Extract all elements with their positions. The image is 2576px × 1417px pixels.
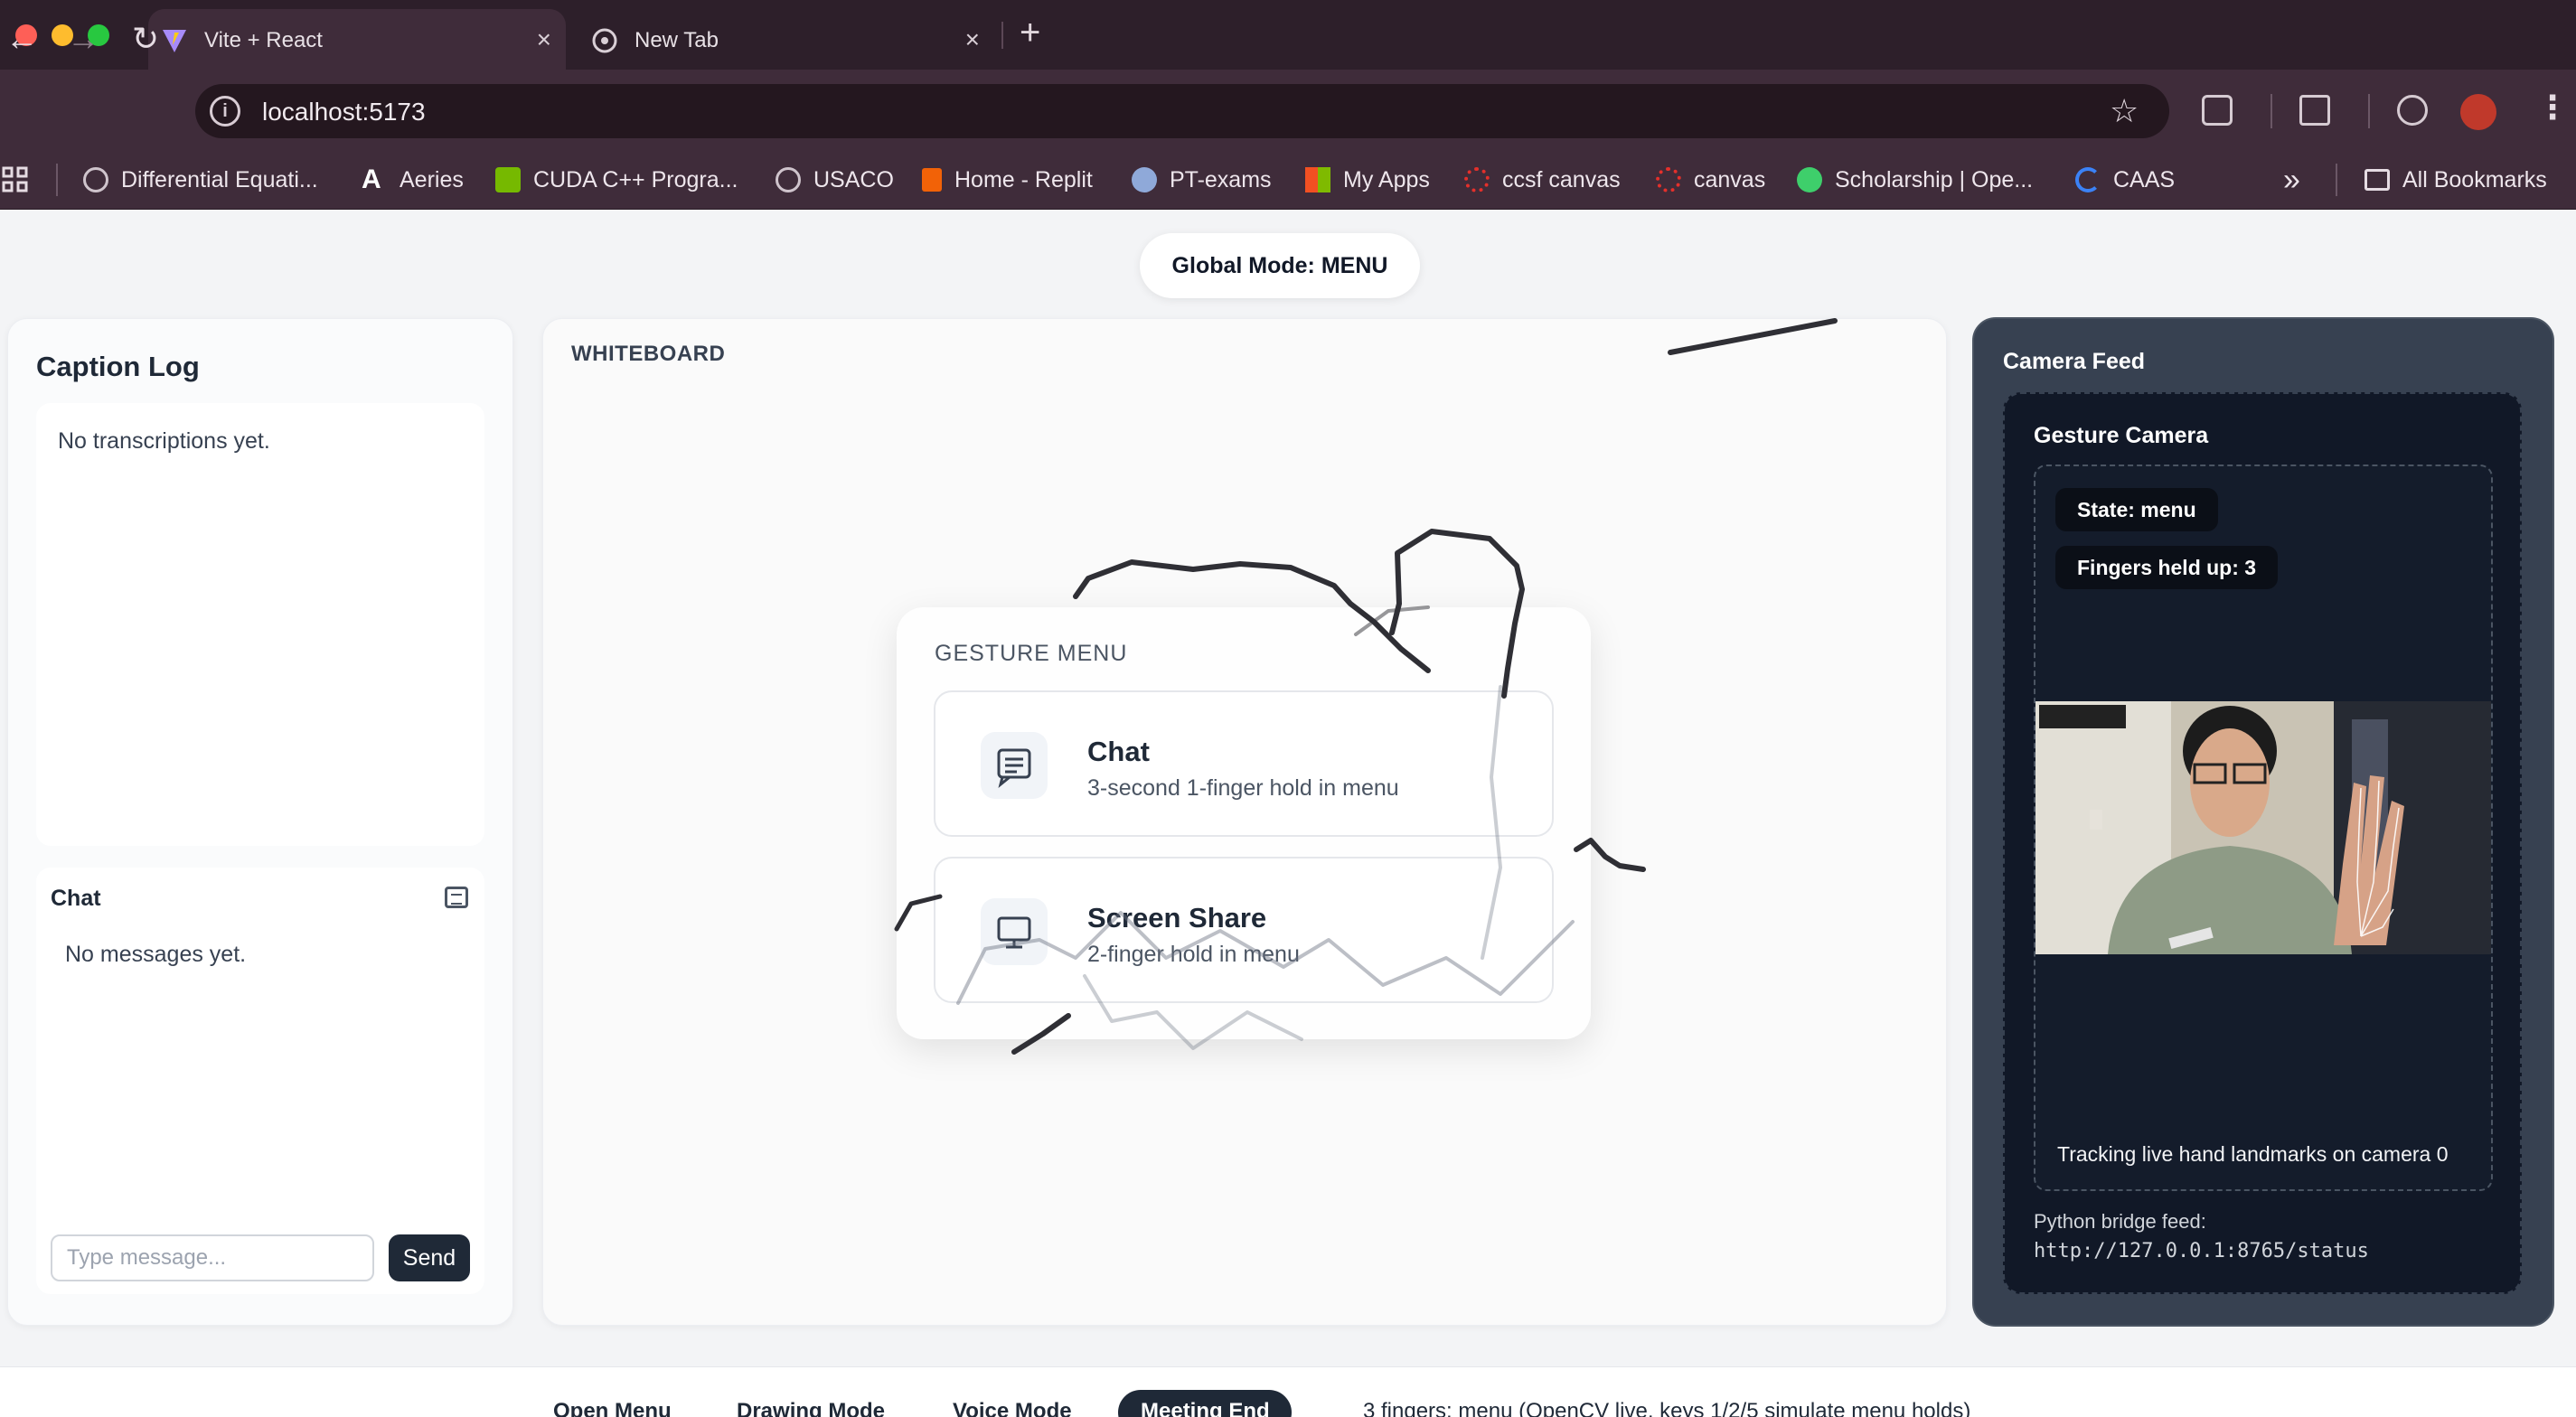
gesture-hint-text: 3 fingers: menu (OpenCV live, keys 1/2/5… (1363, 1399, 1971, 1417)
bookmark-pt-exams[interactable]: PT-exams (1132, 165, 1272, 194)
all-bookmarks-button[interactable]: All Bookmarks (2364, 165, 2547, 194)
bookmarks-divider (56, 164, 58, 196)
caption-empty-text: No transcriptions yet. (58, 428, 270, 454)
chrome-icon (592, 28, 617, 53)
back-button[interactable]: ← (5, 20, 38, 58)
scholarship-icon (1797, 167, 1822, 192)
drawing-mode-button[interactable]: Drawing Mode (737, 1399, 885, 1417)
address-bar[interactable] (195, 84, 2169, 138)
bookmark-label: ccsf canvas (1502, 166, 1621, 192)
canvas-icon (1464, 167, 1490, 192)
monitor-icon (981, 898, 1048, 965)
bookmark-ccsf-canvas[interactable]: ccsf canvas (1464, 165, 1621, 194)
meeting-end-button[interactable]: Meeting End (1141, 1399, 1270, 1417)
bookmark-caas[interactable]: CAAS (2075, 165, 2175, 194)
bookmark-label: PT-exams (1170, 166, 1272, 192)
profile-avatar[interactable] (2460, 94, 2496, 130)
tracking-status-text: Tracking live hand landmarks on camera 0 (2057, 1142, 2449, 1166)
bookmark-my-apps[interactable]: My Apps (1305, 165, 1430, 194)
all-bookmarks-label: All Bookmarks (2402, 166, 2547, 192)
caas-icon (2075, 167, 2101, 192)
whiteboard-label: WHITEBOARD (571, 342, 726, 366)
voice-mode-button[interactable]: Voice Mode (953, 1399, 1072, 1417)
tab-vite-react[interactable]: Vite + React × (148, 9, 566, 70)
global-mode-indicator: Global Mode: MENU (1140, 233, 1420, 298)
canvas-icon (1656, 167, 1681, 192)
forward-button[interactable]: → (67, 20, 99, 58)
bookmark-canvas[interactable]: canvas (1656, 165, 1765, 194)
bridge-feed-url: http://127.0.0.1:8765/status (2034, 1240, 2369, 1262)
caption-log-title: Caption Log (36, 351, 200, 382)
chat-title: Chat (51, 886, 101, 911)
microsoft-icon (1305, 167, 1330, 192)
gesture-menu-item-chat[interactable]: Chat 3-second 1-finger hold in menu (934, 690, 1554, 837)
bookmark-label: Home - Replit (954, 166, 1093, 192)
site-info-icon[interactable]: i (210, 96, 240, 127)
gesture-menu-title: GESTURE MENU (935, 641, 1128, 666)
extensions-icon[interactable] (2202, 95, 2233, 126)
bookmarks-overflow-button[interactable]: » (2283, 163, 2300, 197)
chat-icon (445, 887, 468, 908)
url-text[interactable]: localhost:5173 (262, 98, 426, 127)
globe-icon (776, 167, 801, 192)
bookmark-label: Differential Equati... (121, 166, 318, 192)
gesture-menu-item-name: Screen Share (1087, 902, 1267, 934)
replit-icon (922, 168, 942, 192)
gesture-camera-title: Gesture Camera (2034, 423, 2209, 448)
bookmark-scholarship[interactable]: Scholarship | Ope... (1797, 165, 2033, 194)
chat-message-input[interactable] (51, 1234, 374, 1281)
bookmark-aeries[interactable]: A Aeries (362, 165, 464, 194)
tab-new-tab[interactable]: New Tab × (578, 9, 994, 70)
globe-icon (83, 167, 108, 192)
state-badge: State: menu (2055, 488, 2218, 531)
bookmark-label: Scholarship | Ope... (1835, 166, 2034, 192)
toolbar-divider (2368, 94, 2370, 128)
new-tab-button[interactable]: + (1020, 13, 1040, 53)
gesture-menu-item-name: Chat (1087, 736, 1150, 767)
apps-grid-icon[interactable] (2, 166, 29, 193)
bookmark-cuda[interactable]: CUDA C++ Progra... (495, 165, 738, 194)
tab-divider (1001, 22, 1003, 49)
tab-title: Vite + React (204, 28, 323, 52)
chat-panel (36, 868, 484, 1294)
bridge-feed-label: Python bridge feed: (2034, 1210, 2206, 1233)
bookmark-label: CAAS (2113, 166, 2176, 192)
chat-icon (981, 732, 1048, 799)
chat-empty-text: No messages yet. (65, 942, 247, 967)
bookmark-label: Aeries (400, 166, 464, 192)
bookmarks-divider (2336, 164, 2337, 196)
camera-video-frame (2035, 701, 2491, 954)
close-tab-icon[interactable]: × (965, 25, 980, 54)
vite-icon (163, 30, 186, 52)
pt-icon (1132, 167, 1157, 192)
aeries-icon: A (362, 164, 381, 194)
bookmark-star-icon[interactable]: ☆ (2110, 92, 2139, 130)
bookmark-differential-equations[interactable]: Differential Equati... (83, 165, 318, 194)
bookmark-label: canvas (1694, 166, 1766, 192)
bookmark-usaco[interactable]: USACO (776, 165, 894, 194)
bookmark-label: USACO (813, 166, 894, 192)
open-menu-button[interactable]: Open Menu (553, 1399, 672, 1417)
nvidia-icon (495, 167, 521, 192)
send-button[interactable]: Send (389, 1234, 470, 1281)
browser-menu-icon[interactable]: ⋮ (2536, 89, 2569, 127)
fingers-badge: Fingers held up: 3 (2055, 546, 2279, 589)
gesture-menu-item-screen-share[interactable]: Screen Share 2-finger hold in menu (934, 857, 1554, 1003)
toolbar-divider (2270, 94, 2272, 128)
reload-button[interactable]: ↻ (132, 20, 159, 58)
cast-icon[interactable] (2299, 95, 2330, 126)
close-tab-icon[interactable]: × (537, 25, 551, 54)
extension-bolt-icon[interactable] (2397, 95, 2428, 126)
bookmark-replit[interactable]: Home - Replit (922, 165, 1093, 194)
bookmark-label: My Apps (1343, 166, 1430, 192)
gesture-menu-item-desc: 2-finger hold in menu (1087, 942, 1300, 967)
gesture-menu-item-desc: 3-second 1-finger hold in menu (1087, 775, 1399, 801)
tab-title: New Tab (635, 28, 719, 52)
camera-feed-title: Camera Feed (2003, 349, 2146, 374)
caption-log-content[interactable] (36, 403, 484, 846)
bookmark-label: CUDA C++ Progra... (533, 166, 738, 192)
folder-icon (2364, 169, 2390, 191)
